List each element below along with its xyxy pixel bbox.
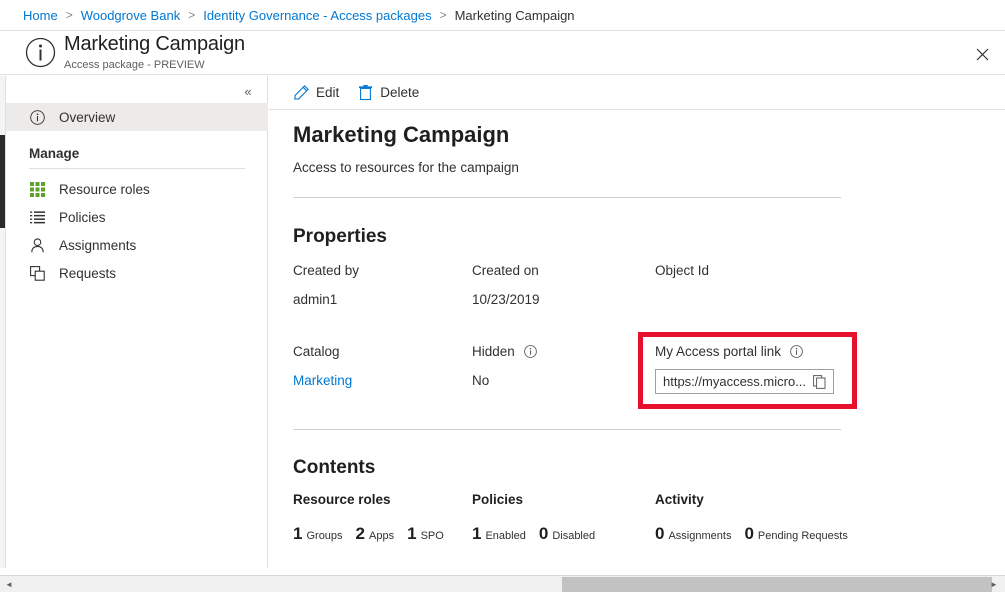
sidebar-item-label: Overview (59, 110, 115, 125)
sidebar-item-resource-roles[interactable]: Resource roles (6, 175, 268, 203)
hidden-value: No (472, 373, 489, 388)
close-button[interactable] (965, 37, 999, 71)
section-divider (293, 197, 841, 198)
stat-label: Assignments (668, 530, 731, 542)
pencil-icon (293, 85, 309, 101)
horizontal-scrollbar[interactable]: ◄ ► (0, 575, 1005, 592)
content-description: Access to resources for the campaign (293, 160, 519, 175)
catalog-label: Catalog (293, 344, 340, 359)
properties-heading: Properties (293, 226, 387, 248)
breadcrumb-separator: > (440, 8, 447, 22)
breadcrumb-item-identity-governance[interactable]: Identity Governance - Access packages (203, 8, 431, 23)
stat-label: SPO (421, 530, 444, 542)
trash-icon (357, 85, 373, 101)
main-content: Marketing Campaign Access to resources f… (269, 110, 1005, 568)
stat-number: 1 (407, 524, 416, 544)
person-icon (29, 237, 46, 254)
info-icon[interactable] (524, 345, 537, 361)
sidebar-item-assignments[interactable]: Assignments (6, 231, 268, 259)
breadcrumb-item-current: Marketing Campaign (455, 8, 575, 23)
sidebar: « Overview Manage (6, 76, 268, 568)
stat-item: 0 Disabled (539, 524, 595, 544)
contents-stats-resource-roles: 1 Groups 2 Apps 1 SPO (293, 524, 457, 544)
contents-heading: Contents (293, 457, 375, 479)
sidebar-nav-list: Overview Manage Resource roles (6, 103, 268, 287)
copy-pages-icon (29, 265, 46, 282)
stat-label: Enabled (485, 530, 525, 542)
stat-item: 1 SPO (407, 524, 444, 544)
left-scrollbar-thumb[interactable] (0, 135, 5, 228)
stat-number: 1 (293, 524, 302, 544)
copy-icon (813, 375, 826, 389)
stat-number: 0 (655, 524, 664, 544)
delete-button[interactable]: Delete (357, 77, 419, 109)
info-icon (25, 37, 56, 68)
object-id-label: Object Id (655, 263, 709, 278)
portal-link-label: My Access portal link (655, 344, 803, 361)
stat-number: 2 (356, 524, 365, 544)
breadcrumb-separator: > (66, 8, 73, 22)
stat-item: 2 Apps (356, 524, 395, 544)
breadcrumb: Home > Woodgrove Bank > Identity Governa… (0, 0, 1005, 31)
portal-link-label-text: My Access portal link (655, 344, 781, 359)
hidden-label-text: Hidden (472, 344, 515, 359)
hidden-label: Hidden (472, 344, 537, 361)
scroll-right-arrow-icon[interactable]: ► (986, 576, 1002, 592)
contents-column-title-policies: Policies (472, 492, 523, 507)
contents-column-title-resource-roles: Resource roles (293, 492, 391, 507)
sidebar-item-label: Requests (59, 266, 116, 281)
stat-item: 0 Assignments (655, 524, 731, 544)
breadcrumb-item-woodgrove-bank[interactable]: Woodgrove Bank (81, 8, 181, 23)
catalog-value-link[interactable]: Marketing (293, 373, 352, 388)
chevron-double-left-icon: « (244, 84, 251, 99)
sidebar-item-label: Policies (59, 210, 106, 225)
sidebar-item-label: Resource roles (59, 182, 150, 197)
sidebar-item-label: Assignments (59, 238, 136, 253)
contents-stats-policies: 1 Enabled 0 Disabled (472, 524, 608, 544)
stat-label: Disabled (552, 530, 595, 542)
stat-number: 1 (472, 524, 481, 544)
collapse-sidebar-button[interactable]: « (235, 79, 261, 103)
created-on-label: Created on (472, 263, 539, 278)
portal-link-value: https://myaccess.micro... (656, 374, 806, 389)
stat-label: Groups (306, 530, 342, 542)
breadcrumb-separator: > (188, 8, 195, 22)
close-icon (976, 48, 989, 61)
delete-button-label: Delete (380, 85, 419, 100)
created-by-value: admin1 (293, 292, 337, 307)
sidebar-item-requests[interactable]: Requests (6, 259, 268, 287)
contents-stats-activity: 0 Assignments 0 Pending Requests (655, 524, 861, 544)
sidebar-item-overview[interactable]: Overview (6, 103, 268, 131)
list-icon (29, 209, 46, 226)
sidebar-group-title: Manage (6, 146, 268, 161)
breadcrumb-item-home[interactable]: Home (23, 8, 58, 23)
stat-label: Pending Requests (758, 530, 848, 542)
info-icon (29, 109, 46, 126)
content-title: Marketing Campaign (293, 122, 509, 148)
copy-button[interactable] (806, 370, 833, 393)
stat-item: 1 Groups (293, 524, 343, 544)
stat-number: 0 (539, 524, 548, 544)
stat-item: 0 Pending Requests (744, 524, 847, 544)
page-subtitle: Access package - PREVIEW (64, 59, 205, 71)
page-title: Marketing Campaign (64, 33, 245, 56)
created-on-value: 10/23/2019 (472, 292, 540, 307)
grid-icon (29, 181, 46, 198)
info-icon[interactable] (790, 345, 803, 361)
contents-column-title-activity: Activity (655, 492, 704, 507)
stat-label: Apps (369, 530, 394, 542)
portal-link-field[interactable]: https://myaccess.micro... (655, 369, 834, 394)
edit-button-label: Edit (316, 85, 339, 100)
scroll-left-arrow-icon[interactable]: ◄ (1, 576, 17, 592)
command-bar: Edit Delete (269, 76, 1005, 110)
created-by-label: Created by (293, 263, 359, 278)
stat-item: 1 Enabled (472, 524, 526, 544)
edit-button[interactable]: Edit (293, 77, 339, 109)
stat-number: 0 (744, 524, 753, 544)
blade-header: Marketing Campaign Access package - PREV… (0, 31, 1005, 75)
sidebar-item-policies[interactable]: Policies (6, 203, 268, 231)
section-divider (293, 429, 841, 430)
sidebar-divider (29, 168, 245, 169)
horizontal-scrollbar-thumb[interactable] (562, 577, 992, 592)
